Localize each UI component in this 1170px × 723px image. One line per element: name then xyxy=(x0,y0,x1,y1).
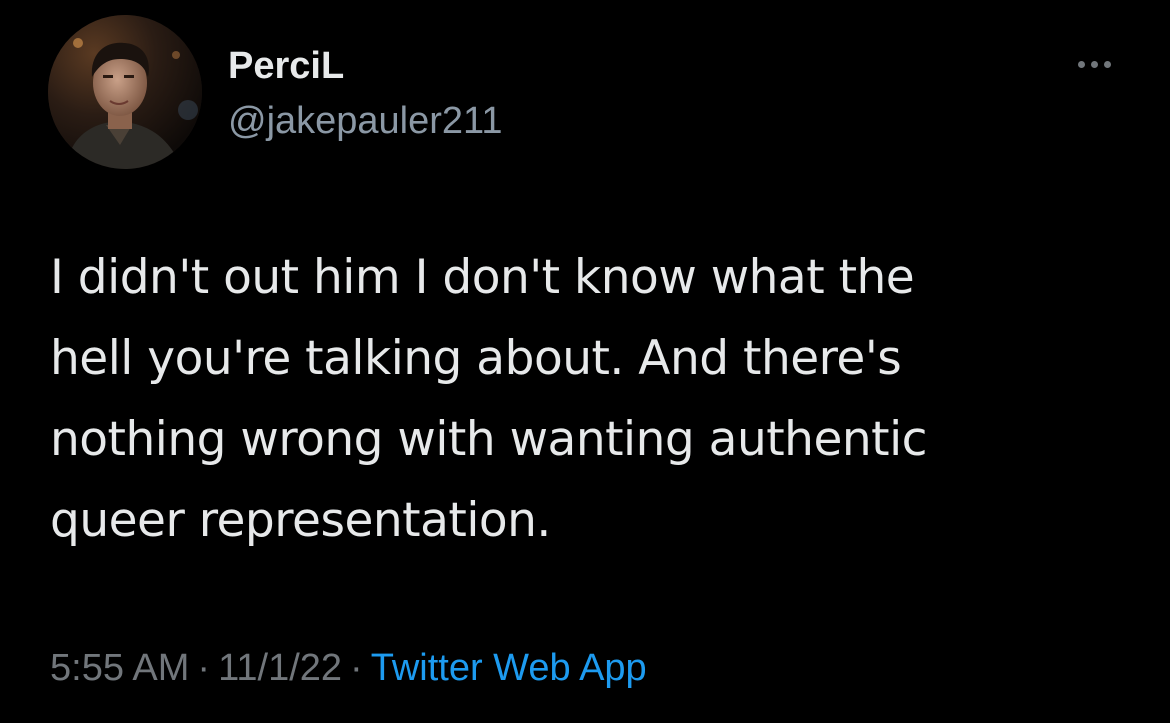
tweet-meta: 5:55 AM · 11/1/22 · Twitter Web App xyxy=(50,642,647,694)
tweet-time[interactable]: 5:55 AM xyxy=(50,647,189,689)
tweet-source-link[interactable]: Twitter Web App xyxy=(371,647,647,689)
tweet-text-line: hell you're talking about. And there's xyxy=(50,331,902,386)
tweet-text: I didn't out him I don't know what the h… xyxy=(50,237,1140,561)
user-handle[interactable]: @jakepauler211 xyxy=(228,97,503,145)
tweet-text-line: I didn't out him I don't know what the xyxy=(50,250,915,305)
more-dots-icon xyxy=(1077,60,1085,68)
tweet-text-line: nothing wrong with wanting authentic xyxy=(50,412,928,467)
more-dots-icon xyxy=(1090,60,1098,68)
more-dots-icon xyxy=(1103,60,1111,68)
profile-photo-icon xyxy=(48,15,202,169)
tweet-date[interactable]: 11/1/22 xyxy=(218,647,342,689)
more-button[interactable] xyxy=(1066,46,1122,82)
display-name[interactable]: PerciL xyxy=(228,42,344,90)
tweet: PerciL @jakepauler211 I didn't out him I… xyxy=(0,0,1170,723)
avatar[interactable] xyxy=(48,15,202,169)
separator: · xyxy=(197,647,211,689)
tweet-text-line: queer representation. xyxy=(50,493,551,548)
separator: · xyxy=(350,647,363,689)
